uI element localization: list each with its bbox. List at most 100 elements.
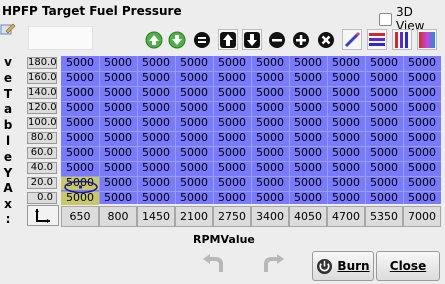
table-cell[interactable]: 5000 bbox=[251, 71, 289, 85]
table-cell[interactable]: 5000 bbox=[365, 86, 403, 100]
row-header[interactable]: 40.0 bbox=[27, 162, 57, 174]
table-cell[interactable]: 5000 bbox=[99, 191, 137, 205]
table-cell[interactable]: 5000 bbox=[365, 116, 403, 130]
column-header[interactable]: 7000 bbox=[403, 206, 441, 227]
table-cell[interactable]: 5000 bbox=[61, 131, 99, 145]
row-header[interactable]: 100.0 bbox=[27, 117, 57, 129]
row-header[interactable]: 120.0 bbox=[27, 102, 57, 114]
column-header[interactable]: 2100 bbox=[175, 206, 213, 227]
table-cell[interactable]: 5000 bbox=[99, 176, 137, 190]
table-cell[interactable]: 5000 bbox=[403, 116, 441, 130]
table-cell[interactable]: 5000 bbox=[137, 56, 175, 70]
shift-down-button[interactable] bbox=[242, 29, 262, 50]
table-cell[interactable]: 5000 bbox=[289, 116, 327, 130]
table-cell[interactable]: 5000 bbox=[213, 101, 251, 115]
undo-icon[interactable] bbox=[201, 252, 225, 276]
row-header[interactable]: 80.0 bbox=[27, 132, 57, 144]
column-header[interactable]: 4700 bbox=[327, 206, 365, 227]
burn-button[interactable]: Burn bbox=[312, 251, 374, 281]
increment-button[interactable] bbox=[145, 30, 163, 49]
table-cell[interactable]: 5000 bbox=[137, 131, 175, 145]
checkbox-box[interactable] bbox=[379, 12, 392, 26]
table-cell[interactable]: 5000 bbox=[213, 56, 251, 70]
table-cell[interactable]: 5000 bbox=[175, 116, 213, 130]
table-cell[interactable]: 5000 bbox=[289, 101, 327, 115]
table-cell[interactable]: 5000 bbox=[327, 71, 365, 85]
table-cell[interactable]: 5000 bbox=[61, 101, 99, 115]
table-cell[interactable]: 5000 bbox=[327, 56, 365, 70]
table-cell[interactable]: 5000 bbox=[403, 56, 441, 70]
column-header[interactable]: 1450 bbox=[137, 206, 175, 227]
table-cell[interactable]: 5000 bbox=[289, 56, 327, 70]
table-cell[interactable]: 5000 bbox=[213, 161, 251, 175]
axis-corner-button[interactable] bbox=[27, 205, 59, 226]
table-cell[interactable]: 5000 bbox=[251, 161, 289, 175]
table-cell[interactable]: 5000 bbox=[137, 161, 175, 175]
table-cell[interactable]: 5000 bbox=[175, 191, 213, 205]
table-cell[interactable]: 5000 bbox=[213, 191, 251, 205]
table-cell[interactable]: 5000 bbox=[251, 101, 289, 115]
table-cell[interactable]: 5000 bbox=[403, 146, 441, 160]
column-header[interactable]: 5350 bbox=[365, 206, 403, 227]
table-cell[interactable]: 5000 bbox=[251, 131, 289, 145]
table-cell[interactable]: 5000 bbox=[289, 161, 327, 175]
table-cell[interactable]: 5000 bbox=[251, 176, 289, 190]
table-cell[interactable]: 5000 bbox=[365, 191, 403, 205]
table-cell[interactable]: 5000 bbox=[327, 176, 365, 190]
table-cell[interactable]: 5000 bbox=[99, 71, 137, 85]
edit-table-icon[interactable] bbox=[0, 22, 16, 36]
close-button[interactable]: Close bbox=[376, 251, 440, 281]
table-cell[interactable]: 5000 bbox=[175, 131, 213, 145]
table-cell[interactable]: 5000 bbox=[403, 191, 441, 205]
table-cell[interactable]: 5000 bbox=[365, 71, 403, 85]
column-header[interactable]: 4050 bbox=[289, 206, 327, 227]
table-cell[interactable]: 5000 bbox=[213, 116, 251, 130]
table-cell[interactable]: 5000 bbox=[213, 71, 251, 85]
table-cell[interactable]: 5000 bbox=[61, 161, 99, 175]
table-cell[interactable]: 5000 bbox=[403, 71, 441, 85]
horizontal-interpolate-button[interactable] bbox=[367, 29, 387, 50]
set-equal-button[interactable] bbox=[193, 30, 211, 49]
table-cell[interactable]: 5000 bbox=[403, 101, 441, 115]
redo-icon[interactable] bbox=[262, 252, 286, 276]
table-cell[interactable]: 5000 bbox=[61, 56, 99, 70]
table-cell[interactable]: 5000 bbox=[327, 86, 365, 100]
table-cell[interactable]: 5000 bbox=[327, 161, 365, 175]
table-cell[interactable]: 5000 bbox=[251, 56, 289, 70]
table-cell[interactable]: 5000 bbox=[213, 176, 251, 190]
table-cell[interactable]: 5000 bbox=[137, 146, 175, 160]
table-cell[interactable]: 5000 bbox=[99, 86, 137, 100]
row-header[interactable]: 60.0 bbox=[27, 147, 57, 159]
table-cell[interactable]: 5000 bbox=[289, 146, 327, 160]
table-cell[interactable]: 5000 bbox=[365, 176, 403, 190]
table-cell[interactable]: 5000 bbox=[99, 146, 137, 160]
table-cell[interactable]: 5000 bbox=[99, 161, 137, 175]
column-header[interactable]: 3400 bbox=[251, 206, 289, 227]
table-cell[interactable]: 5000 bbox=[289, 191, 327, 205]
table-cell[interactable]: 5000 bbox=[327, 191, 365, 205]
table-cell[interactable]: 5000 bbox=[327, 131, 365, 145]
row-header[interactable]: 0.0 bbox=[27, 192, 57, 204]
table-cell[interactable]: 5000 bbox=[175, 161, 213, 175]
vertical-interpolate-button[interactable] bbox=[392, 29, 412, 50]
table-cell[interactable]: 5000 bbox=[99, 101, 137, 115]
table-cell[interactable]: 5000 bbox=[289, 131, 327, 145]
interpolate-button[interactable] bbox=[342, 29, 362, 50]
table-cell[interactable]: 5000 bbox=[365, 101, 403, 115]
table-cell[interactable]: 5000 bbox=[137, 191, 175, 205]
decrement-button[interactable] bbox=[168, 30, 186, 49]
table-cell[interactable]: 5000 bbox=[175, 86, 213, 100]
table-cell[interactable]: 5000 bbox=[137, 176, 175, 190]
table-cell[interactable]: 5000 bbox=[365, 161, 403, 175]
table-cell[interactable]: 5000 bbox=[289, 86, 327, 100]
table-cell[interactable]: 5000 bbox=[61, 146, 99, 160]
table-cell[interactable]: 5000 bbox=[251, 86, 289, 100]
table-cell[interactable]: 5000 bbox=[251, 146, 289, 160]
table-cell[interactable]: 5000 bbox=[403, 161, 441, 175]
row-header[interactable]: 180.0 bbox=[27, 57, 57, 69]
row-header[interactable]: 140.0 bbox=[27, 87, 57, 99]
table-cell[interactable]: 5000 bbox=[137, 116, 175, 130]
table-cell[interactable]: 5000 bbox=[99, 131, 137, 145]
column-header[interactable]: 800 bbox=[99, 206, 137, 227]
table-cell[interactable]: 5000 bbox=[365, 146, 403, 160]
